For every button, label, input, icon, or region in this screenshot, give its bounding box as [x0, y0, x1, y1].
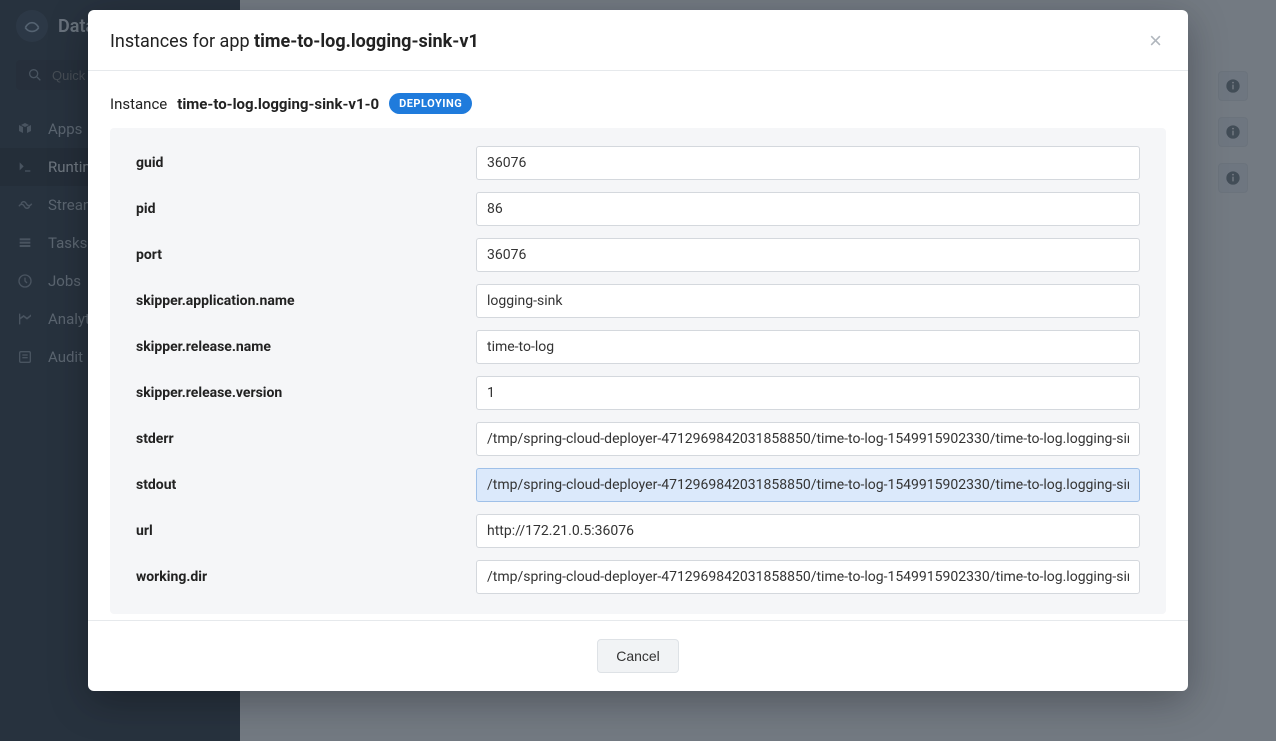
detail-label: skipper.application.name — [136, 293, 456, 309]
detail-value-wrap — [476, 284, 1140, 318]
detail-value-wrap — [476, 330, 1140, 364]
modal-body: Instance time-to-log.logging-sink-v1-0 D… — [88, 71, 1188, 620]
detail-row: stdout — [136, 468, 1140, 502]
detail-label: skipper.release.version — [136, 385, 456, 401]
detail-row: guid — [136, 146, 1140, 180]
close-button[interactable]: × — [1145, 28, 1166, 54]
modal-footer: Cancel — [88, 620, 1188, 691]
detail-label: url — [136, 523, 456, 539]
detail-row: pid — [136, 192, 1140, 226]
instance-name: time-to-log.logging-sink-v1-0 — [177, 95, 379, 113]
detail-row: skipper.release.version — [136, 376, 1140, 410]
detail-value-input[interactable] — [476, 238, 1140, 272]
detail-value-input[interactable] — [476, 330, 1140, 364]
detail-value-input[interactable] — [476, 422, 1140, 456]
detail-row: working.dir — [136, 560, 1140, 594]
detail-value-input[interactable] — [476, 284, 1140, 318]
detail-row: port — [136, 238, 1140, 272]
detail-value-input[interactable] — [476, 146, 1140, 180]
detail-value-input[interactable] — [476, 192, 1140, 226]
detail-value-wrap — [476, 146, 1140, 180]
detail-value-input[interactable] — [476, 376, 1140, 410]
detail-row: skipper.application.name — [136, 284, 1140, 318]
modal-app-name: time-to-log.logging-sink-v1 — [254, 31, 479, 52]
detail-value-input[interactable] — [476, 514, 1140, 548]
detail-value-wrap — [476, 514, 1140, 548]
instance-line: Instance time-to-log.logging-sink-v1-0 D… — [110, 93, 1166, 114]
detail-value-wrap — [476, 468, 1140, 502]
detail-label: stdout — [136, 477, 456, 493]
modal: Instances for app time-to-log.logging-si… — [88, 10, 1188, 691]
modal-title: Instances for app time-to-log.logging-si… — [110, 31, 479, 52]
modal-title-prefix: Instances for app — [110, 31, 254, 52]
detail-value-input[interactable] — [476, 560, 1140, 594]
detail-label: skipper.release.name — [136, 339, 456, 355]
detail-value-wrap — [476, 192, 1140, 226]
detail-row: stderr — [136, 422, 1140, 456]
close-icon: × — [1149, 28, 1162, 53]
detail-value-input[interactable] — [476, 468, 1140, 502]
details-panel: guid pid port skipper.application.name skipp… — [110, 128, 1166, 614]
detail-label: stderr — [136, 431, 456, 447]
detail-label: pid — [136, 201, 456, 217]
detail-row: skipper.release.name — [136, 330, 1140, 364]
cancel-button[interactable]: Cancel — [597, 639, 679, 673]
detail-row: url — [136, 514, 1140, 548]
detail-label: guid — [136, 155, 456, 171]
modal-header: Instances for app time-to-log.logging-si… — [88, 10, 1188, 71]
detail-value-wrap — [476, 422, 1140, 456]
status-badge: DEPLOYING — [389, 93, 472, 114]
detail-value-wrap — [476, 238, 1140, 272]
instance-label: Instance — [110, 95, 167, 113]
detail-value-wrap — [476, 376, 1140, 410]
detail-label: working.dir — [136, 569, 456, 585]
detail-label: port — [136, 247, 456, 263]
modal-overlay: Instances for app time-to-log.logging-si… — [0, 0, 1276, 741]
detail-value-wrap — [476, 560, 1140, 594]
